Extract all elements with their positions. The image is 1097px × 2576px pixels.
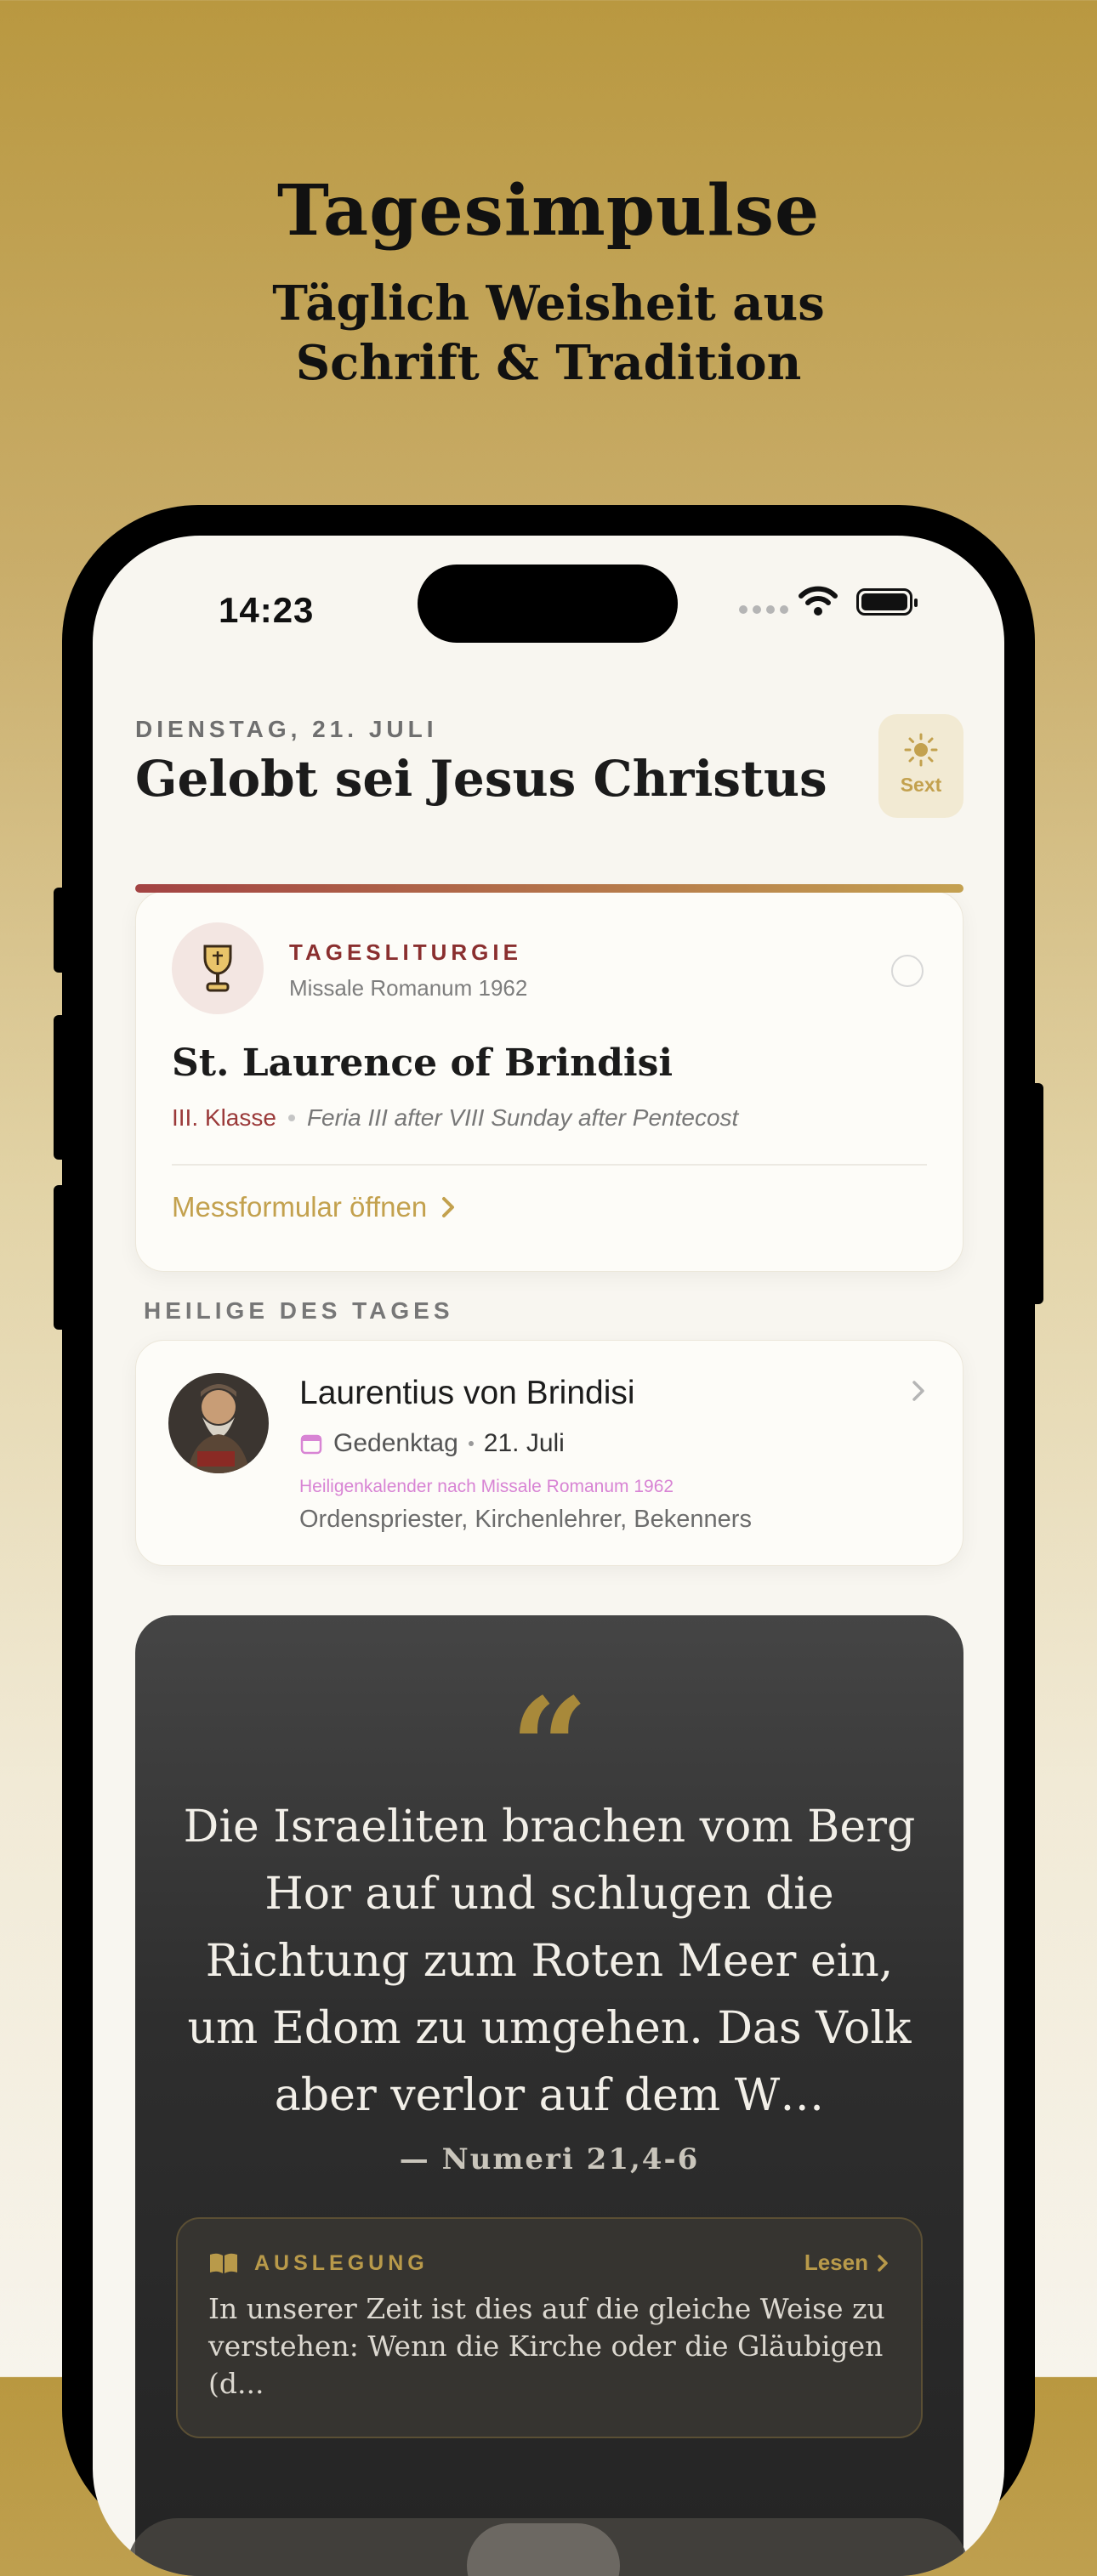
hour-button[interactable]: Sext	[878, 714, 963, 818]
promo-subtitle-line2: Schrift & Tradition	[295, 335, 802, 391]
chevron-right-icon	[912, 1381, 924, 1401]
liturgy-feria: Feria III after VIII Sunday after Pentec…	[306, 1104, 739, 1131]
done-checkbox[interactable]	[891, 955, 924, 987]
status-time: 14:23	[219, 590, 315, 630]
signal-icon	[739, 605, 788, 614]
chalice-icon	[203, 945, 232, 992]
commentary-label: AUSLEGUNG	[254, 2251, 429, 2275]
liturgy-subtitle: Missale Romanum 1962	[289, 975, 528, 1001]
phone-volume-up-button	[54, 1015, 67, 1160]
separator-dot	[468, 1441, 474, 1446]
quote-text: Die Israeliten brachen vom Berg Hor auf …	[183, 1801, 916, 2121]
dynamic-island	[418, 565, 678, 643]
saint-portrait	[168, 1373, 269, 1473]
hour-button-label: Sext	[900, 774, 942, 796]
wifi-icon	[799, 586, 838, 616]
liturgy-kicker: TAGESLITURGIE	[289, 939, 522, 965]
commentary-text: In unserer Zeit ist dies auf die gleiche…	[208, 2292, 885, 2400]
divider	[172, 1164, 927, 1166]
book-icon	[210, 2253, 237, 2273]
read-link[interactable]: Lesen	[804, 2250, 889, 2276]
battery-icon	[856, 588, 918, 616]
liturgy-card[interactable]: TAGESLITURGIE Missale Romanum 1962 St. L…	[135, 891, 963, 1272]
open-mass-link[interactable]: Messformular öffnen	[172, 1191, 456, 1223]
read-link-label: Lesen	[804, 2250, 868, 2275]
liturgy-class: III. Klasse	[172, 1104, 276, 1131]
separator-dot	[287, 1115, 295, 1121]
chevron-right-icon	[878, 2254, 888, 2272]
page-title: Gelobt sei Jesus Christus	[135, 750, 827, 808]
promo-title: Tagesimpulse	[276, 170, 821, 252]
saint-rank: Gedenktag	[333, 1429, 458, 1457]
phone-action-button	[54, 888, 67, 973]
section-heading-saints: HEILIGE DES TAGES	[144, 1297, 454, 1324]
quote-reference: — Numeri 21,4-6	[399, 2142, 700, 2176]
phone-side-button	[1030, 1083, 1043, 1304]
sun-icon	[904, 733, 938, 767]
liturgy-accent-bar	[135, 884, 963, 893]
tab-selected[interactable]	[467, 2523, 620, 2576]
open-mass-link-label: Messformular öffnen	[172, 1191, 428, 1223]
saint-card[interactable]: Laurentius von Brindisi Gedenktag 21. Ju…	[135, 1340, 963, 1566]
promo-subtitle-line1: Täglich Weisheit aus	[272, 275, 825, 332]
quote-card[interactable]: “ Die Israeliten brachen vom Berg Hor au…	[135, 1615, 963, 2576]
saint-date: 21. Juli	[483, 1429, 565, 1457]
phone-volume-down-button	[54, 1185, 67, 1330]
chevron-right-icon	[442, 1197, 455, 1217]
liturgy-title: St. Laurence of Brindisi	[172, 1041, 674, 1085]
chalice-badge	[172, 922, 264, 1014]
liturgy-meta: III. Klasse Feria III after VIII Sunday …	[172, 1104, 738, 1132]
date-label: DIENSTAG, 21. JULI	[135, 716, 438, 742]
saint-calendar-note: Heiligenkalender nach Missale Romanum 19…	[299, 1477, 674, 1496]
saint-meta: Gedenktag 21. Juli	[299, 1429, 565, 1458]
app-screen: 14:23 DIENSTAG, 21. JULI Gelobt sei Jesu…	[93, 536, 1004, 2576]
commentary-box[interactable]: AUSLEGUNG Lesen In unserer Zeit ist dies…	[176, 2217, 923, 2438]
saint-roles: Ordenspriester, Kirchenlehrer, Bekenners	[299, 1506, 752, 1533]
promo-subtitle: Täglich Weisheit aus Schrift & Tradition	[0, 274, 1097, 393]
saint-name: Laurentius von Brindisi	[299, 1375, 635, 1411]
calendar-icon	[300, 1434, 322, 1455]
phone-frame: 14:23 DIENSTAG, 21. JULI Gelobt sei Jesu…	[54, 505, 1043, 2576]
